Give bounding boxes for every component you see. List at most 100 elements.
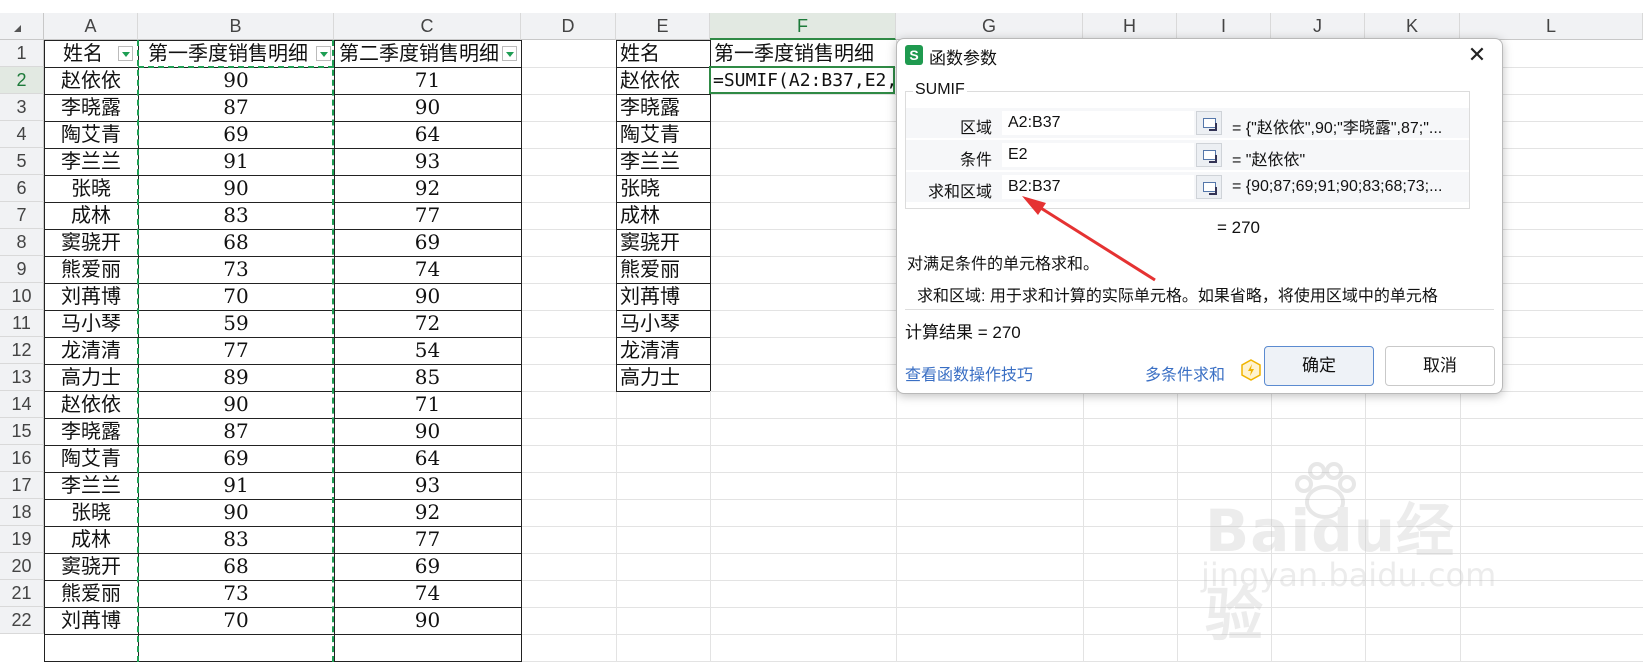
column-header-l[interactable]: L bbox=[1460, 13, 1643, 40]
table1-cell[interactable]: 张晓 bbox=[44, 175, 138, 202]
range-picker-icon[interactable] bbox=[1196, 175, 1222, 199]
table2-cell[interactable]: 陶艾青 bbox=[616, 121, 710, 148]
arg-input-criteria[interactable] bbox=[1002, 143, 1194, 167]
table1-cell[interactable]: 87 bbox=[138, 418, 334, 445]
table1-cell[interactable]: 92 bbox=[334, 499, 521, 526]
table2-cell[interactable]: 熊爱丽 bbox=[616, 256, 710, 283]
table1-cell[interactable]: 熊爱丽 bbox=[44, 256, 138, 283]
table1-cell[interactable]: 72 bbox=[334, 310, 521, 337]
table2-header-name[interactable]: 姓名 bbox=[616, 40, 710, 67]
row-header[interactable]: 21 bbox=[0, 580, 44, 607]
table1-cell[interactable]: 成林 bbox=[44, 202, 138, 229]
table1-cell[interactable]: 69 bbox=[138, 445, 334, 472]
table1-cell[interactable]: 90 bbox=[138, 67, 334, 94]
row-header[interactable]: 2 bbox=[0, 67, 44, 94]
row-header[interactable]: 13 bbox=[0, 364, 44, 391]
table2-cell[interactable]: 李晓露 bbox=[616, 94, 710, 121]
table1-cell[interactable]: 54 bbox=[334, 337, 521, 364]
table1-cell[interactable]: 68 bbox=[138, 553, 334, 580]
table1-cell[interactable]: 90 bbox=[334, 94, 521, 121]
row-header[interactable]: 12 bbox=[0, 337, 44, 364]
column-header-e[interactable]: E bbox=[616, 13, 710, 40]
cancel-button[interactable]: 取消 bbox=[1385, 346, 1495, 386]
table2-cell[interactable]: 张晓 bbox=[616, 175, 710, 202]
table1-cell[interactable]: 68 bbox=[138, 229, 334, 256]
table1-cell[interactable]: 李晓露 bbox=[44, 94, 138, 121]
table2-cell[interactable]: 马小琴 bbox=[616, 310, 710, 337]
table1-cell[interactable]: 74 bbox=[334, 256, 521, 283]
row-header[interactable]: 10 bbox=[0, 283, 44, 310]
range-picker-icon[interactable] bbox=[1196, 143, 1222, 167]
table1-cell[interactable]: 69 bbox=[334, 553, 521, 580]
table1-cell[interactable]: 73 bbox=[138, 580, 334, 607]
table1-cell[interactable]: 成林 bbox=[44, 526, 138, 553]
table1-cell[interactable]: 熊爱丽 bbox=[44, 580, 138, 607]
row-header[interactable]: 7 bbox=[0, 202, 44, 229]
table1-cell[interactable]: 85 bbox=[334, 364, 521, 391]
table1-cell[interactable]: 李晓露 bbox=[44, 418, 138, 445]
table1-cell[interactable]: 刘苒博 bbox=[44, 607, 138, 634]
table1-cell[interactable]: 90 bbox=[138, 391, 334, 418]
row-header[interactable]: 14 bbox=[0, 391, 44, 418]
table1-cell[interactable]: 73 bbox=[138, 256, 334, 283]
table1-cell[interactable]: 马小琴 bbox=[44, 310, 138, 337]
table1-cell[interactable]: 陶艾青 bbox=[44, 121, 138, 148]
arg-input-range[interactable] bbox=[1002, 111, 1194, 135]
row-header[interactable]: 16 bbox=[0, 445, 44, 472]
table1-cell[interactable]: 83 bbox=[138, 202, 334, 229]
table1-cell[interactable]: 赵依依 bbox=[44, 391, 138, 418]
table1-cell[interactable]: 71 bbox=[334, 391, 521, 418]
row-header[interactable]: 3 bbox=[0, 94, 44, 121]
active-cell-formula[interactable]: =SUMIF(A2:B37,E2,B bbox=[713, 67, 908, 94]
column-header-a[interactable]: A bbox=[44, 13, 138, 40]
table2-cell[interactable]: 龙清清 bbox=[616, 337, 710, 364]
table1-cell[interactable]: 窦骁开 bbox=[44, 229, 138, 256]
table1-cell[interactable]: 87 bbox=[138, 94, 334, 121]
table1-header-q1[interactable]: 第一季度销售明细 bbox=[138, 40, 318, 67]
column-header-i[interactable]: I bbox=[1177, 13, 1271, 40]
column-header-b[interactable]: B bbox=[138, 13, 334, 40]
table1-cell[interactable]: 李兰兰 bbox=[44, 148, 138, 175]
table1-cell[interactable]: 70 bbox=[138, 283, 334, 310]
row-header[interactable]: 6 bbox=[0, 175, 44, 202]
multi-condition-sum-link[interactable]: 多条件求和 bbox=[1145, 361, 1225, 385]
table1-cell[interactable]: 窦骁开 bbox=[44, 553, 138, 580]
table2-cell[interactable]: 窦骁开 bbox=[616, 229, 710, 256]
row-header[interactable]: 19 bbox=[0, 526, 44, 553]
arg-input-sum-range[interactable] bbox=[1002, 175, 1194, 199]
ok-button[interactable]: 确定 bbox=[1264, 346, 1374, 386]
table1-cell[interactable]: 张晓 bbox=[44, 499, 138, 526]
filter-dropdown-icon[interactable] bbox=[118, 46, 133, 61]
table2-cell[interactable]: 高力士 bbox=[616, 364, 710, 391]
table1-cell[interactable]: 83 bbox=[138, 526, 334, 553]
table1-cell[interactable]: 刘苒博 bbox=[44, 283, 138, 310]
table1-cell[interactable]: 70 bbox=[138, 607, 334, 634]
table1-header-name[interactable]: 姓名 bbox=[44, 40, 122, 67]
table1-cell[interactable]: 92 bbox=[334, 175, 521, 202]
table1-cell[interactable]: 90 bbox=[138, 499, 334, 526]
column-header-f[interactable]: F bbox=[710, 13, 896, 40]
table1-cell[interactable]: 69 bbox=[138, 121, 334, 148]
table2-cell[interactable]: 成林 bbox=[616, 202, 710, 229]
table1-cell[interactable]: 90 bbox=[334, 607, 521, 634]
column-header-h[interactable]: H bbox=[1083, 13, 1177, 40]
table1-cell[interactable]: 69 bbox=[334, 229, 521, 256]
row-header[interactable]: 18 bbox=[0, 499, 44, 526]
table1-header-q2[interactable]: 第二季度销售明细 bbox=[334, 40, 504, 67]
table1-cell[interactable]: 64 bbox=[334, 445, 521, 472]
table2-header-q1[interactable]: 第一季度销售明细 bbox=[710, 40, 896, 67]
table2-cell[interactable]: 刘苒博 bbox=[616, 283, 710, 310]
table1-cell[interactable]: 李兰兰 bbox=[44, 472, 138, 499]
row-header[interactable]: 8 bbox=[0, 229, 44, 256]
table1-cell[interactable]: 90 bbox=[138, 175, 334, 202]
column-header-d[interactable]: D bbox=[521, 13, 616, 40]
table2-cell[interactable]: 赵依依 bbox=[616, 67, 710, 94]
filter-dropdown-icon[interactable] bbox=[316, 46, 331, 61]
table1-cell[interactable]: 77 bbox=[138, 337, 334, 364]
column-header-g[interactable]: G bbox=[896, 13, 1083, 40]
row-header[interactable]: 15 bbox=[0, 418, 44, 445]
table1-cell[interactable]: 74 bbox=[334, 580, 521, 607]
table1-cell[interactable]: 77 bbox=[334, 526, 521, 553]
table2-cell[interactable]: 李兰兰 bbox=[616, 148, 710, 175]
select-all-corner[interactable] bbox=[0, 13, 44, 40]
